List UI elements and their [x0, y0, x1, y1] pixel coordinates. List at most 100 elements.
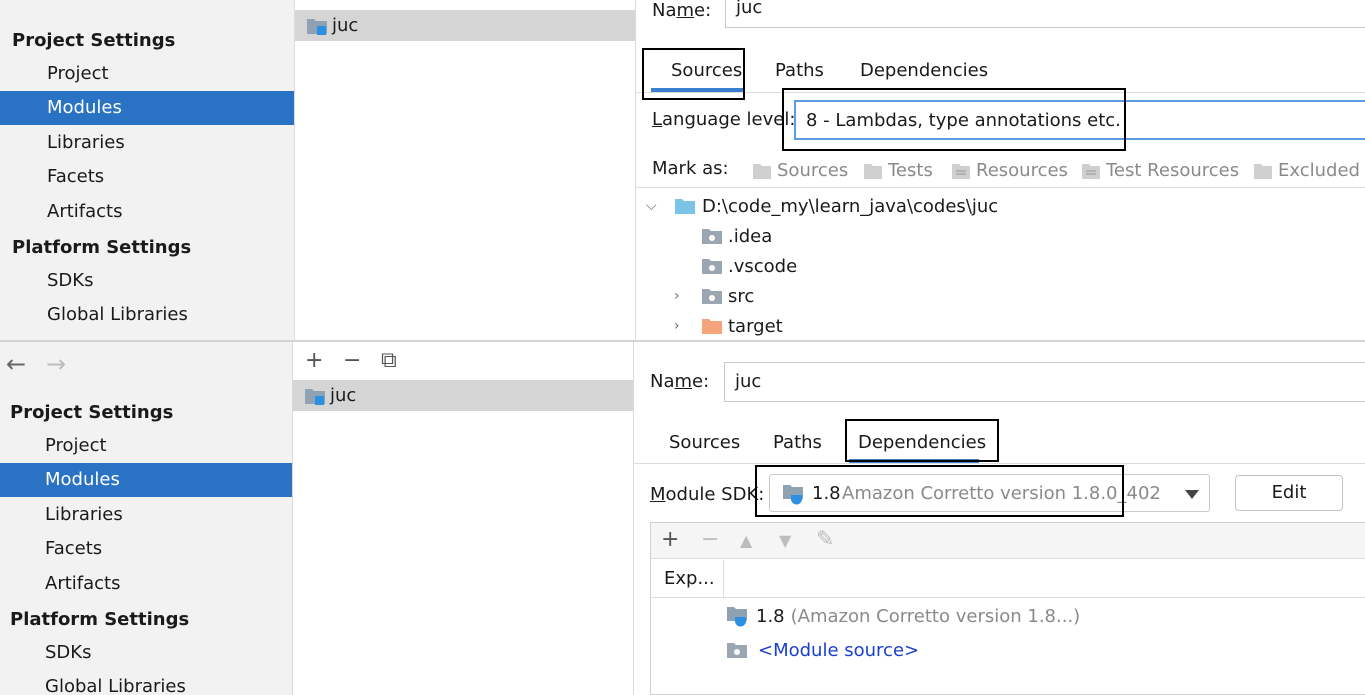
tree-row-label: D:\code_my\learn_java\codes\juc: [702, 195, 999, 217]
sidebar-item-facets[interactable]: Facets: [0, 532, 292, 566]
folder-icon: [864, 163, 882, 179]
resources-folder-icon: [952, 163, 970, 179]
folder-gray-icon: [702, 229, 722, 244]
tabs-divider: [634, 463, 1365, 464]
sidebar-item-global-libraries[interactable]: Global Libraries: [0, 670, 292, 695]
tree-row-label: target: [728, 315, 783, 337]
name-label: Name:: [650, 371, 710, 392]
mark-as-excluded-label: Excluded: [1278, 160, 1360, 181]
sidebar-item-libraries[interactable]: Libraries: [0, 498, 292, 532]
module-detail-panel: Name: juc Sources Paths Dependencies Lan…: [636, 0, 1365, 341]
platform-settings-header: Platform Settings: [10, 609, 190, 630]
export-column-header[interactable]: Exp...: [651, 560, 724, 598]
dependency-row-sdk[interactable]: 1.8 (Amazon Corretto version 1.8...): [726, 605, 1080, 627]
chevron-down-icon: [1185, 490, 1199, 499]
dependency-row-module-source[interactable]: <Module source>: [726, 640, 919, 661]
tab-paths[interactable]: Paths: [775, 56, 824, 86]
sdk-folder-icon: [727, 607, 747, 627]
mark-as-sources-button[interactable]: Sources: [752, 160, 848, 181]
module-row-label: juc: [332, 15, 359, 36]
tab-dependencies[interactable]: Dependencies: [860, 56, 988, 86]
chevron-right-icon[interactable]: ›: [674, 318, 701, 334]
remove-dependency-icon[interactable]: −: [701, 527, 719, 552]
mark-as-label: Mark as:: [652, 158, 729, 179]
dependency-sdk-description: (Amazon Corretto version 1.8...): [790, 605, 1081, 627]
folder-gray-icon: [727, 642, 747, 658]
highlight-box-dependencies-tab: [845, 419, 999, 462]
mark-as-test-resources-button[interactable]: Test Resources: [1081, 160, 1239, 181]
sidebar-item-facets[interactable]: Facets: [0, 160, 294, 194]
sidebar-item-modules[interactable]: Modules: [0, 463, 292, 497]
tab-sources[interactable]: Sources: [669, 428, 740, 458]
test-resources-folder-icon: [1082, 163, 1100, 179]
sidebar-item-artifacts[interactable]: Artifacts: [0, 567, 292, 601]
dependencies-table: + − ▲ ▼ ✎ Exp... 1.8 (Amazon Corretto ve…: [650, 522, 1365, 695]
folder-gray-icon: [702, 259, 722, 274]
name-field[interactable]: juc: [724, 362, 1365, 402]
folder-icon: [1254, 163, 1272, 179]
module-row-juc[interactable]: juc: [293, 380, 633, 411]
tree-row-vscode[interactable]: .vscode: [701, 251, 797, 281]
tree-row-label: src: [728, 285, 755, 307]
folder-orange-icon: [702, 319, 722, 334]
mark-as-tests-label: Tests: [888, 160, 933, 181]
edit-sdk-button[interactable]: Edit: [1235, 475, 1343, 511]
sidebar-item-global-libraries[interactable]: Global Libraries: [0, 298, 294, 332]
settings-sidebar: Project Settings Project Modules Librari…: [0, 0, 295, 341]
module-sdk-label: Module SDK:: [650, 484, 765, 505]
sidebar-item-artifacts[interactable]: Artifacts: [0, 195, 294, 229]
back-arrow-icon[interactable]: ←: [6, 350, 26, 378]
project-settings-header: Project Settings: [10, 402, 174, 423]
highlight-box-language-level: [782, 88, 1126, 151]
mark-as-resources-button[interactable]: Resources: [951, 160, 1068, 181]
tree-row-label: .vscode: [728, 255, 798, 277]
tree-row-target[interactable]: › target: [674, 311, 783, 341]
mark-as-excluded-button[interactable]: Excluded: [1253, 160, 1360, 181]
bottom-project-structure-panel: ← → Project Settings Project Modules Lib…: [0, 342, 1365, 695]
tree-row-idea[interactable]: .idea: [701, 221, 772, 251]
dependencies-header-row: Exp...: [651, 560, 1365, 598]
module-list: juc: [295, 0, 636, 341]
sidebar-item-project[interactable]: Project: [0, 57, 294, 91]
dependencies-toolbar: + − ▲ ▼ ✎: [651, 523, 1365, 559]
forward-arrow-icon[interactable]: →: [46, 350, 66, 378]
move-down-icon[interactable]: ▼: [779, 531, 791, 550]
copy-module-icon[interactable]: ⧉: [381, 348, 397, 373]
sidebar-item-project[interactable]: Project: [0, 429, 292, 463]
folder-icon: [753, 163, 771, 179]
module-row-label: juc: [330, 385, 357, 406]
folder-blue-icon: [675, 199, 695, 214]
highlight-box-module-sdk: [755, 465, 1124, 517]
module-folder-icon: [307, 18, 327, 35]
chevron-down-icon[interactable]: ⌵: [646, 198, 674, 214]
mark-as-test-resources-label: Test Resources: [1106, 160, 1240, 181]
tree-row-src[interactable]: › src: [674, 281, 754, 311]
tab-paths[interactable]: Paths: [773, 428, 822, 458]
module-source-link[interactable]: <Module source>: [758, 640, 919, 661]
name-label: Name:: [652, 0, 712, 21]
sidebar-item-modules[interactable]: Modules: [0, 91, 294, 125]
mark-as-divider: [636, 187, 1365, 188]
name-field[interactable]: juc: [725, 0, 1365, 28]
module-detail-panel: Name: juc Sources Paths Dependencies Mod…: [634, 342, 1365, 695]
module-folder-icon: [305, 388, 325, 405]
sidebar-item-libraries[interactable]: Libraries: [0, 126, 294, 160]
sidebar-item-sdks[interactable]: SDKs: [0, 264, 294, 298]
chevron-right-icon[interactable]: ›: [674, 288, 701, 304]
mark-as-tests-button[interactable]: Tests: [863, 160, 933, 181]
mark-as-sources-label: Sources: [777, 160, 849, 181]
module-row-juc[interactable]: juc: [295, 10, 635, 41]
move-up-icon[interactable]: ▲: [740, 531, 752, 550]
folder-gray-icon: [702, 289, 722, 304]
edit-dependency-icon[interactable]: ✎: [816, 527, 834, 552]
highlight-box-sources-tab: [642, 48, 745, 100]
tree-row-root[interactable]: ⌵ D:\code_my\learn_java\codes\juc: [646, 191, 998, 221]
remove-module-icon[interactable]: −: [343, 348, 361, 373]
settings-sidebar: ← → Project Settings Project Modules Lib…: [0, 342, 293, 695]
project-settings-header: Project Settings: [12, 30, 176, 51]
sidebar-item-sdks[interactable]: SDKs: [0, 636, 292, 670]
top-project-structure-panel: Project Settings Project Modules Librari…: [0, 0, 1365, 341]
module-list: + − ⧉ juc: [293, 342, 634, 695]
add-module-icon[interactable]: +: [305, 348, 323, 373]
add-dependency-icon[interactable]: +: [661, 527, 679, 552]
